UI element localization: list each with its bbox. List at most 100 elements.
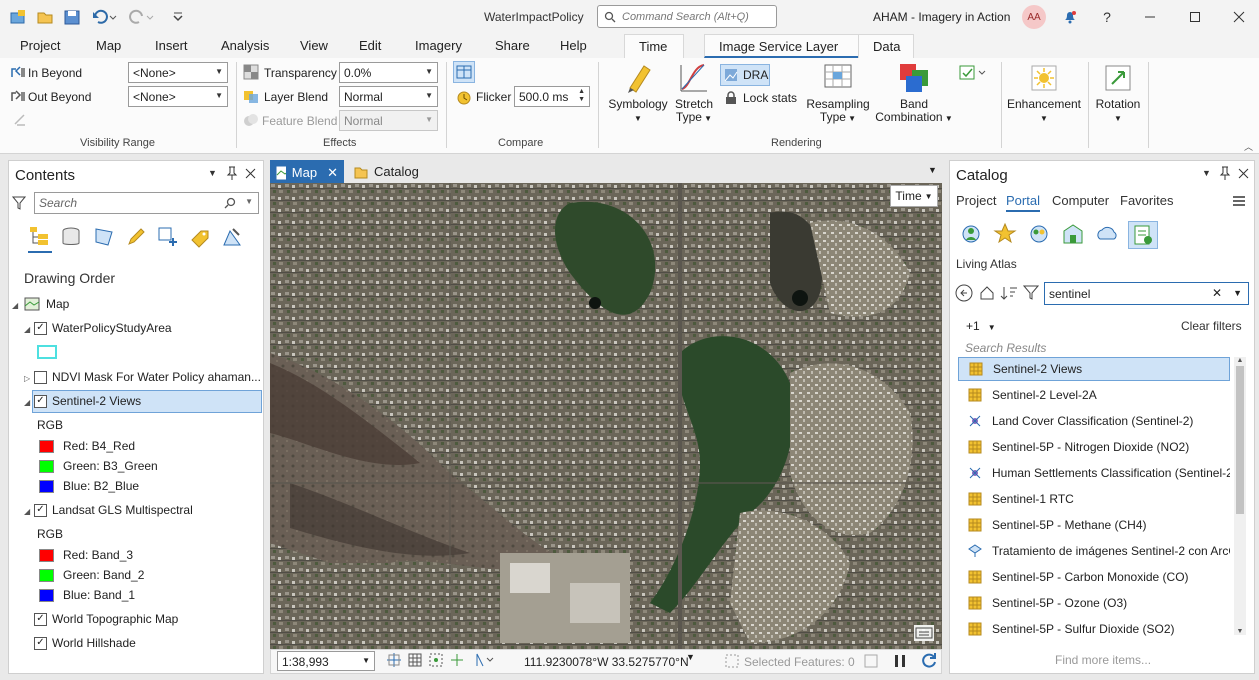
result-item[interactable]: Sentinel-5P - Ozone (O3) <box>958 591 1230 615</box>
list-by-labeling-button[interactable] <box>189 226 211 248</box>
layer-checkbox[interactable]: ✓ <box>34 503 47 517</box>
layer-landsat-gls[interactable]: ✓ Landsat GLS Multispectral <box>34 503 193 517</box>
resampling-type-button[interactable]: Resampling Type ▼ <box>804 62 872 125</box>
band-combination-button[interactable]: Band Combination ▼ <box>874 62 954 125</box>
tab-data[interactable]: Data <box>858 34 914 58</box>
refresh-icon[interactable] <box>920 652 938 670</box>
favorites-icon[interactable] <box>992 221 1018 247</box>
results-scrollbar[interactable]: ▲ ▼ <box>1234 357 1246 635</box>
scale-select[interactable]: 1:38,993 ▼ <box>277 651 375 671</box>
band-blue-row[interactable]: Blue: B2_Blue <box>39 479 139 493</box>
new-project-icon[interactable] <box>8 7 28 27</box>
notifications-icon[interactable] <box>1061 8 1079 26</box>
dra-toggle[interactable]: DRA <box>720 64 770 86</box>
snap-icon[interactable] <box>449 652 465 668</box>
layer-water-policy[interactable]: ✓ WaterPolicyStudyArea <box>34 321 172 335</box>
close-icon[interactable] <box>1230 8 1248 26</box>
tab-help[interactable]: Help <box>560 38 587 53</box>
layer-checkbox[interactable]: ✓ <box>34 612 47 626</box>
transparency-input[interactable]: 0.0% ▼ <box>339 62 438 83</box>
list-by-drawing-order-button[interactable] <box>28 225 52 253</box>
layer-world-hillshade[interactable]: ✓ World Hillshade <box>34 636 136 650</box>
menu-icon[interactable] <box>1232 194 1246 208</box>
grid-snap-icon[interactable] <box>428 652 444 668</box>
list-by-selection-button[interactable] <box>93 226 115 248</box>
enhancement-button[interactable]: Enhancement ▼ <box>1006 62 1082 125</box>
chevron-down-icon[interactable]: ▼ <box>928 165 937 175</box>
tab-view[interactable]: View <box>300 38 328 53</box>
pin-icon[interactable] <box>226 166 238 180</box>
customize-toolbar-icon[interactable] <box>168 7 188 27</box>
maximize-icon[interactable] <box>1186 8 1204 26</box>
stretch-type-button[interactable]: Stretch Type ▼ <box>672 62 716 125</box>
layer-ndvi-mask[interactable]: NDVI Mask For Water Policy ahaman... <box>34 370 261 384</box>
layer-checkbox[interactable] <box>34 370 47 384</box>
result-item[interactable]: Sentinel-5P - Nitrogen Dioxide (NO2) <box>958 435 1230 459</box>
list-by-perspective-button[interactable] <box>221 226 243 248</box>
catalog-tab-favorites[interactable]: Favorites <box>1120 193 1173 208</box>
clear-range-icon[interactable] <box>12 113 28 127</box>
help-icon[interactable]: ? <box>1098 8 1116 26</box>
catalog-tab-computer[interactable]: Computer <box>1052 193 1109 208</box>
close-pane-icon[interactable] <box>1238 168 1249 179</box>
flicker-input[interactable]: 500.0 ms ▲ ▼ <box>514 86 590 107</box>
refresh-cache-icon[interactable] <box>864 653 878 669</box>
arcgis-online-icon[interactable] <box>1094 221 1120 247</box>
sort-icon[interactable] <box>1000 285 1018 301</box>
collapse-icon[interactable]: ◢ <box>24 325 30 334</box>
result-item[interactable]: Human Settlements Classification (Sentin… <box>958 461 1230 485</box>
result-item[interactable]: Tratamiento de imágenes Sentinel-2 con A… <box>958 539 1230 563</box>
minimize-icon[interactable] <box>1141 8 1159 26</box>
tab-edit[interactable]: Edit <box>359 38 381 53</box>
chevron-down-icon[interactable]: ▼ <box>686 652 695 662</box>
tab-image-service-layer[interactable]: Image Service Layer <box>704 34 859 58</box>
layer-checkbox[interactable]: ✓ <box>34 321 47 335</box>
layer-checkbox[interactable]: ✓ <box>34 394 47 408</box>
expand-icon[interactable]: ▷ <box>24 374 30 383</box>
in-beyond-select[interactable]: <None> ▼ <box>128 62 228 83</box>
tab-project[interactable]: Project <box>20 38 60 53</box>
collapse-ribbon-icon[interactable]: ︿ <box>1244 140 1253 153</box>
pane-options-icon[interactable]: ▼ <box>208 168 217 178</box>
collapse-icon[interactable]: ◢ <box>12 301 18 310</box>
swipe-button[interactable] <box>453 61 475 83</box>
tab-insert[interactable]: Insert <box>155 38 188 53</box>
back-icon[interactable] <box>955 284 973 302</box>
study-area-symbol[interactable] <box>37 345 57 359</box>
open-project-icon[interactable] <box>35 7 55 27</box>
tab-imagery[interactable]: Imagery <box>415 38 462 53</box>
add-grid-icon[interactable] <box>386 652 402 668</box>
layer-sentinel-2-views[interactable]: ✓ Sentinel-2 Views <box>34 394 141 408</box>
time-slider-button[interactable]: Time ▼ <box>890 185 938 207</box>
undo-icon[interactable] <box>90 7 118 27</box>
filter-icon[interactable] <box>12 196 26 210</box>
save-project-icon[interactable] <box>62 7 82 27</box>
result-item[interactable]: Land Cover Classification (Sentinel-2) <box>958 409 1230 433</box>
avatar[interactable]: AA <box>1022 5 1046 29</box>
band-green-row[interactable]: Green: Band_2 <box>39 568 144 582</box>
chevron-down-icon[interactable]: ▼ <box>245 197 253 206</box>
catalog-tab-portal[interactable]: Portal <box>1006 193 1040 212</box>
band-red-row[interactable]: Red: B4_Red <box>39 439 135 453</box>
catalog-view-tab[interactable]: Catalog <box>348 160 428 183</box>
catalog-search-input[interactable]: sentinel ✕ ▼ <box>1044 282 1249 305</box>
contents-search-input[interactable]: Search ▼ <box>34 192 259 214</box>
symbology-button[interactable]: Symbology ▼ <box>606 62 670 125</box>
chevron-down-icon[interactable]: ▼ <box>1233 288 1242 298</box>
tab-share[interactable]: Share <box>495 38 530 53</box>
result-item[interactable]: Sentinel-1 RTC <box>958 487 1230 511</box>
close-tab-icon[interactable]: ✕ <box>327 165 338 181</box>
groups-icon[interactable] <box>1026 221 1052 247</box>
catalog-tab-project[interactable]: Project <box>956 193 996 208</box>
map-canvas[interactable]: Time ▼ <box>270 183 942 649</box>
result-item[interactable]: Sentinel-2 Views <box>958 357 1230 381</box>
result-item[interactable]: Sentinel-5P - Sulfur Dioxide (SO2) <box>958 617 1230 641</box>
feature-blend-select[interactable]: Normal ▼ <box>339 110 438 131</box>
living-atlas-button[interactable] <box>1128 221 1158 249</box>
list-by-snapping-button[interactable] <box>157 226 179 248</box>
map-view-tab[interactable]: Map ✕ <box>270 160 344 183</box>
map-tips-icon[interactable] <box>914 625 934 641</box>
lock-stats-button[interactable]: Lock stats <box>743 91 797 105</box>
find-more-items-link[interactable]: Find more items... <box>1055 653 1151 667</box>
close-pane-icon[interactable] <box>245 168 256 179</box>
